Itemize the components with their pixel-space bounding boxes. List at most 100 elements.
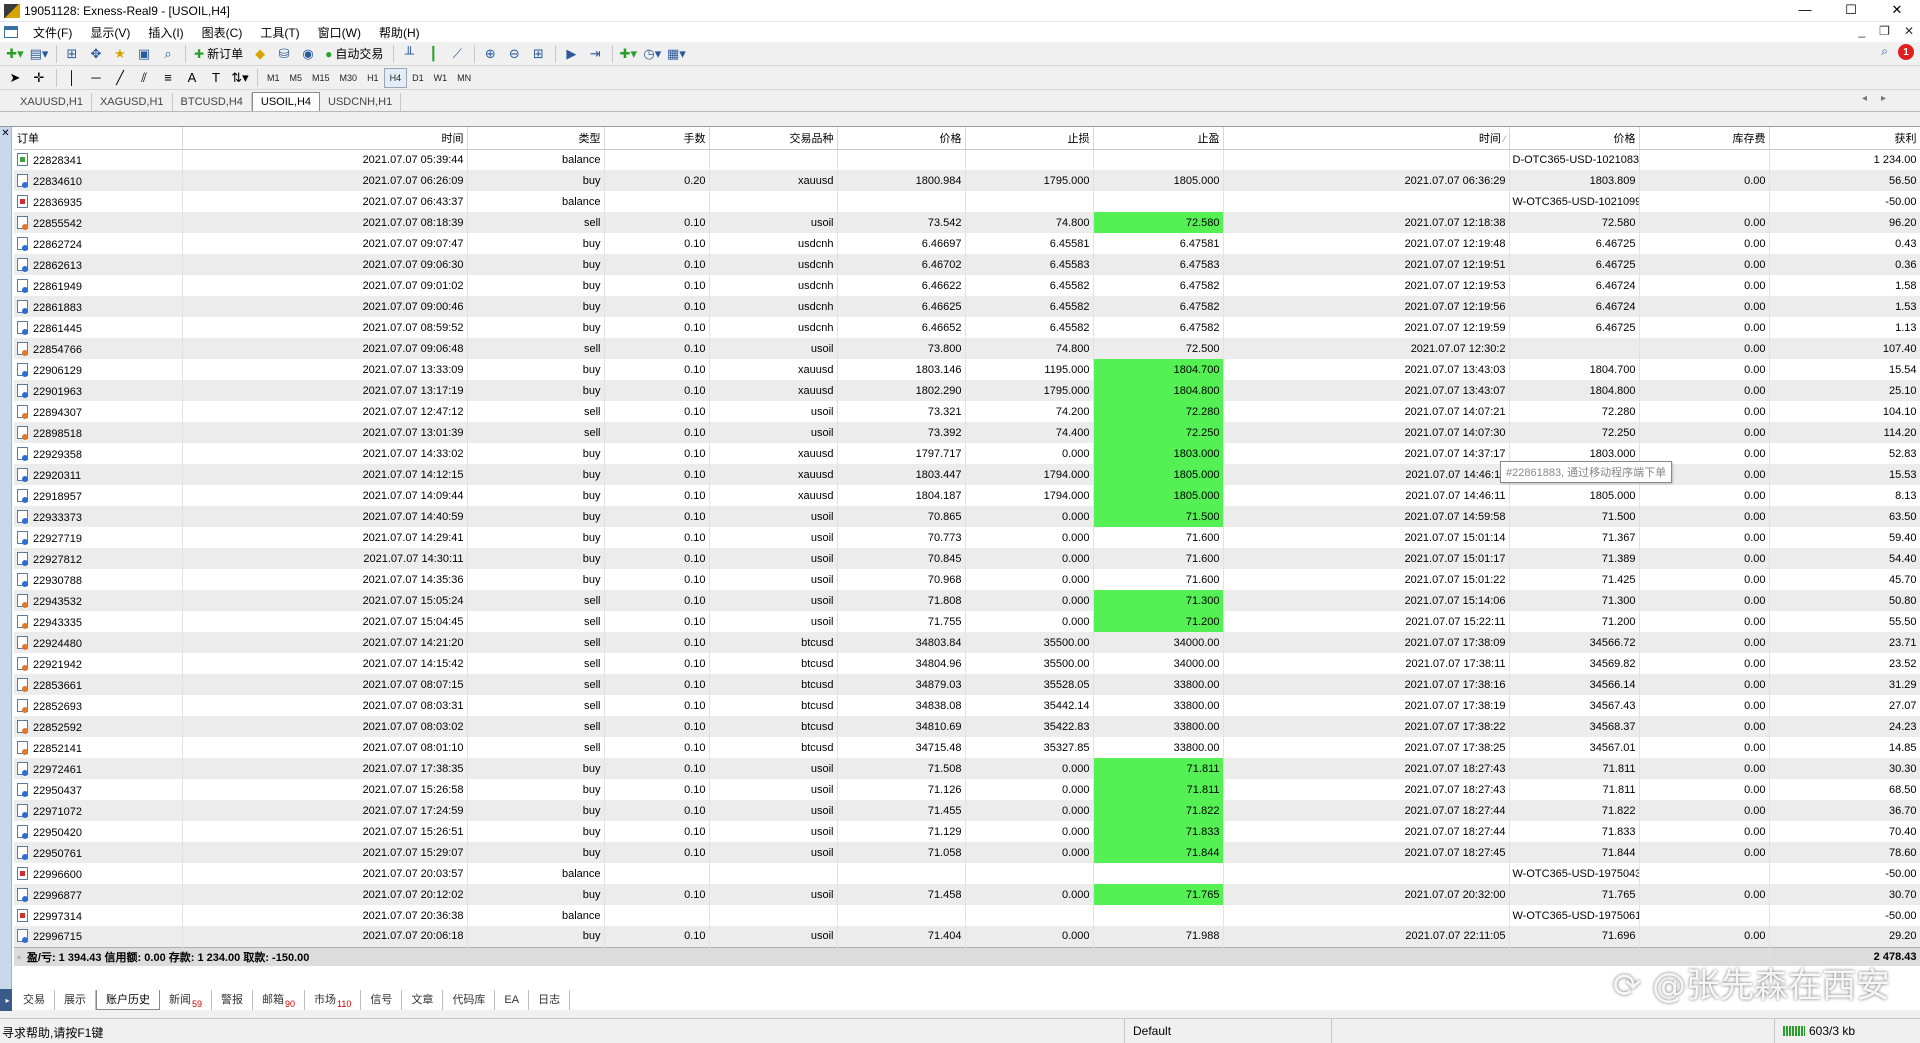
- menu-tools[interactable]: 工具(T): [251, 24, 308, 41]
- col-lots[interactable]: 手数: [604, 127, 710, 150]
- table-row[interactable]: 22950761 2021.07.07 15:29:07 buy 0.10 usoil 7…: [14, 842, 1920, 863]
- notifications-icon[interactable]: 1: [1898, 44, 1914, 60]
- terminal-tab[interactable]: 文章: [402, 990, 444, 1010]
- col-close-price[interactable]: 价格: [1509, 127, 1640, 150]
- table-row[interactable]: 22861883 2021.07.07 09:00:46 buy 0.10 usdcnh…: [14, 296, 1920, 317]
- timeframe-m1[interactable]: M1: [262, 68, 285, 88]
- terminal-tab[interactable]: 邮箱90: [253, 990, 306, 1010]
- search-icon[interactable]: ⌕: [1881, 44, 1888, 60]
- table-row[interactable]: 22862724 2021.07.07 09:07:47 buy 0.10 usdcnh…: [14, 233, 1920, 254]
- arrows-icon[interactable]: ⇅▾: [229, 68, 251, 88]
- table-row[interactable]: 22930788 2021.07.07 14:35:36 buy 0.10 usoil 7…: [14, 569, 1920, 590]
- table-row[interactable]: 22996600 2021.07.07 20:03:57 balance W-OTC3…: [14, 863, 1920, 884]
- table-row[interactable]: 22927719 2021.07.07 14:29:41 buy 0.10 usoil 7…: [14, 527, 1920, 548]
- close-button[interactable]: ✕: [1874, 0, 1920, 22]
- table-row[interactable]: 22861445 2021.07.07 08:59:52 buy 0.10 usdcnh…: [14, 317, 1920, 338]
- table-row[interactable]: 22996877 2021.07.07 20:12:02 buy 0.10 usoil 7…: [14, 884, 1920, 905]
- chart-shift-icon[interactable]: ⇥: [584, 44, 606, 64]
- table-row[interactable]: 22943532 2021.07.07 15:05:24 sell 0.10 usoil…: [14, 590, 1920, 611]
- terminal-icon[interactable]: ▣: [133, 44, 155, 64]
- vps-icon[interactable]: ⛁: [273, 44, 295, 64]
- timeframe-h4[interactable]: H4: [383, 67, 408, 88]
- mdi-close-button[interactable]: ✕: [1904, 24, 1914, 38]
- tab-scroll-arrows[interactable]: ◂▸: [1862, 93, 1900, 104]
- autoscroll-icon[interactable]: ▶: [560, 44, 582, 64]
- tile-windows-icon[interactable]: ⊞: [527, 44, 549, 64]
- terminal-tab[interactable]: 展示: [55, 990, 96, 1010]
- menu-view[interactable]: 显示(V): [81, 24, 139, 41]
- table-row[interactable]: 22852693 2021.07.07 08:03:31 sell 0.10 btcus…: [14, 695, 1920, 716]
- navigator-icon[interactable]: ★: [109, 44, 131, 64]
- fibonacci-icon[interactable]: ≡: [157, 68, 179, 88]
- table-row[interactable]: 22901963 2021.07.07 13:17:19 buy 0.10 xauusd…: [14, 380, 1920, 401]
- timeframe-mn[interactable]: MN: [452, 68, 476, 88]
- crosshair-icon[interactable]: ✛: [28, 68, 50, 88]
- table-row[interactable]: 22853661 2021.07.07 08:07:15 sell 0.10 btcus…: [14, 674, 1920, 695]
- terminal-tab[interactable]: 账户历史: [96, 990, 160, 1010]
- terminal-tab[interactable]: 市场110: [305, 990, 362, 1010]
- new-order-button[interactable]: ✚ 新订单: [190, 44, 247, 64]
- tab-xauusd-h1[interactable]: XAUUSD,H1: [12, 93, 92, 111]
- table-row[interactable]: 22972461 2021.07.07 17:38:35 buy 0.10 usoil 7…: [14, 758, 1920, 779]
- menu-insert[interactable]: 插入(I): [139, 24, 192, 41]
- auto-trading-button[interactable]: ● 自动交易: [321, 44, 387, 64]
- table-row[interactable]: 22854766 2021.07.07 09:06:48 sell 0.10 usoil…: [14, 338, 1920, 359]
- table-row[interactable]: 22898518 2021.07.07 13:01:39 sell 0.10 usoil…: [14, 422, 1920, 443]
- col-swap[interactable]: 库存费: [1639, 127, 1770, 150]
- zoom-in-icon[interactable]: ⊕: [479, 44, 501, 64]
- col-open-price[interactable]: 价格: [837, 127, 966, 150]
- candlestick-icon[interactable]: ┃: [422, 44, 444, 64]
- table-row[interactable]: 22906129 2021.07.07 13:33:09 buy 0.10 xauusd…: [14, 359, 1920, 380]
- terminal-tab[interactable]: 警报: [212, 990, 254, 1010]
- tab-usdcnh-h1[interactable]: USDCNH,H1: [320, 93, 402, 111]
- terminal-tab[interactable]: 日志: [529, 990, 571, 1010]
- table-row[interactable]: 22861949 2021.07.07 09:01:02 buy 0.10 usdcnh…: [14, 275, 1920, 296]
- text-icon[interactable]: A: [181, 68, 203, 88]
- trendline-icon[interactable]: ╱: [109, 68, 131, 88]
- mdi-restore-button[interactable]: ❐: [1879, 24, 1890, 38]
- table-row[interactable]: 22828341 2021.07.07 05:39:44 balance D-OTC3…: [14, 149, 1920, 170]
- line-chart-icon[interactable]: ⟋: [446, 44, 468, 64]
- mdi-minimize-button[interactable]: _: [1858, 24, 1865, 38]
- tab-btcusd-h4[interactable]: BTCUSD,H4: [173, 93, 252, 111]
- tab-xagusd-h1[interactable]: XAGUSD,H1: [92, 93, 173, 111]
- maximize-button[interactable]: ☐: [1828, 0, 1874, 22]
- status-profile[interactable]: Default: [1124, 1019, 1332, 1043]
- minimize-button[interactable]: —: [1782, 0, 1828, 22]
- table-row[interactable]: 22924480 2021.07.07 14:21:20 sell 0.10 btcus…: [14, 632, 1920, 653]
- table-row[interactable]: 22836935 2021.07.07 06:43:37 balance W-OTC3…: [14, 191, 1920, 212]
- status-traffic[interactable]: 603/3 kb: [1774, 1019, 1863, 1043]
- table-row[interactable]: 22933373 2021.07.07 14:40:59 buy 0.10 usoil 7…: [14, 506, 1920, 527]
- zoom-out-icon[interactable]: ⊖: [503, 44, 525, 64]
- terminal-tab[interactable]: EA: [495, 990, 530, 1010]
- col-take-profit[interactable]: 止盈: [1093, 127, 1224, 150]
- col-stop-loss[interactable]: 止损: [965, 127, 1094, 150]
- menu-window[interactable]: 窗口(W): [309, 24, 370, 41]
- data-window-icon[interactable]: ✥: [85, 44, 107, 64]
- signals-icon[interactable]: ◉: [297, 44, 319, 64]
- table-row[interactable]: 22927812 2021.07.07 14:30:11 buy 0.10 usoil 7…: [14, 548, 1920, 569]
- timeframe-d1[interactable]: D1: [407, 68, 429, 88]
- strategy-tester-icon[interactable]: ⌕: [157, 44, 179, 64]
- col-symbol[interactable]: 交易品种: [709, 127, 838, 150]
- table-row[interactable]: 22943335 2021.07.07 15:04:45 sell 0.10 usoil…: [14, 611, 1920, 632]
- table-row[interactable]: 22852592 2021.07.07 08:03:02 sell 0.10 btcus…: [14, 716, 1920, 737]
- col-type[interactable]: 类型: [467, 127, 605, 150]
- col-close-time[interactable]: 时间 ⁄: [1223, 127, 1510, 150]
- bar-chart-icon[interactable]: ╨: [398, 44, 420, 64]
- menu-help[interactable]: 帮助(H): [370, 24, 429, 41]
- terminal-tab[interactable]: 新闻59: [160, 990, 213, 1010]
- chart-window-icon[interactable]: [4, 26, 18, 38]
- profiles-icon[interactable]: ▤▾: [28, 44, 50, 64]
- terminal-tab[interactable]: 代码库: [443, 990, 496, 1010]
- table-row[interactable]: 22996715 2021.07.07 20:06:18 buy 0.10 usoil 7…: [14, 926, 1920, 947]
- cursor-icon[interactable]: ➤: [4, 68, 26, 88]
- table-row[interactable]: 22862613 2021.07.07 09:06:30 buy 0.10 usdcnh…: [14, 254, 1920, 275]
- terminal-tab[interactable]: 信号: [361, 990, 403, 1010]
- tab-usoil-h4[interactable]: USOIL,H4: [251, 92, 321, 111]
- table-row[interactable]: 22852141 2021.07.07 08:01:10 sell 0.10 btcus…: [14, 737, 1920, 758]
- vertical-line-icon[interactable]: │: [61, 68, 83, 88]
- menu-file[interactable]: 文件(F): [24, 24, 81, 41]
- col-profit[interactable]: 获利: [1769, 127, 1920, 150]
- text-label-icon[interactable]: T: [205, 68, 227, 88]
